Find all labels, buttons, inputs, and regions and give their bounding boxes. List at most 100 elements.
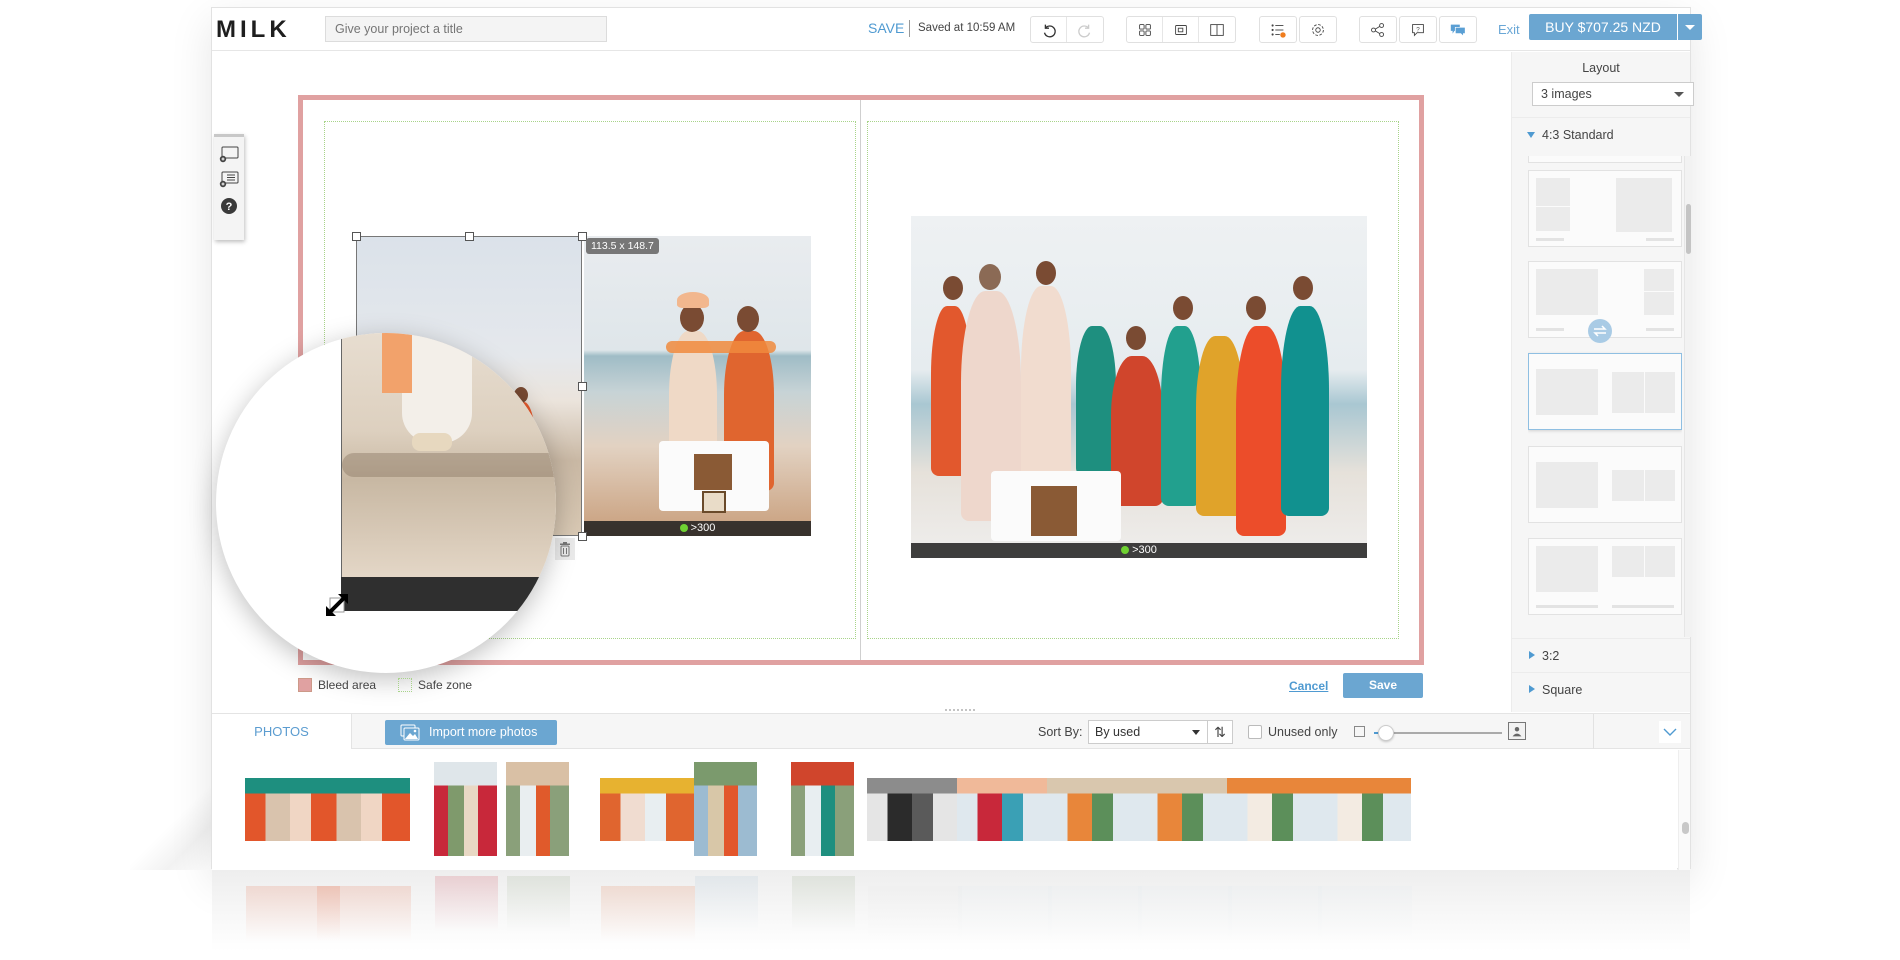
add-text-box-icon [219,171,239,188]
sidebar-scrollbar[interactable] [1684,156,1691,637]
spread-view-button[interactable] [1199,17,1235,42]
layout-count-select[interactable]: 3 images [1532,82,1694,106]
photo-thumbnail[interactable] [957,778,1051,841]
cancel-link[interactable]: Cancel [1289,679,1328,693]
caret-down-icon [1527,132,1535,138]
save-link[interactable]: SAVE [868,20,904,36]
layout-option[interactable] [1528,446,1682,523]
resize-handle-right[interactable] [578,382,587,391]
turban [677,292,709,308]
strip-scroll-thumb[interactable] [1682,822,1689,834]
photo-thumbnail[interactable] [791,762,854,856]
buy-options-dropdown[interactable] [1678,14,1702,40]
section-square[interactable]: Square [1512,672,1690,706]
canvas-help-button[interactable]: ? [218,195,240,217]
divider [909,20,910,37]
sidebar-scroll-thumb[interactable] [1686,204,1691,254]
resize-handle-top-left[interactable] [352,232,361,241]
single-page-view-button[interactable] [1163,17,1199,42]
thumbnail-reflection [601,886,695,941]
magnified-resolution-bar [341,577,556,611]
photo-thumbnail[interactable] [600,778,694,841]
sort-label: Sort By: [1038,725,1083,739]
figure [1076,326,1116,476]
thumbnail-reflection [317,886,411,941]
safe-swatch [398,678,413,692]
thumbnail-reflection [792,876,855,931]
photo-thumbnail[interactable] [316,778,410,841]
section-3-2[interactable]: 3:2 [1512,638,1690,672]
photo-book-editor: MILK SAVE Saved at 10:59 AM [211,7,1702,870]
photo-thumbnail[interactable] [506,762,569,856]
exit-link[interactable]: Exit [1498,22,1520,37]
head [979,264,1001,290]
layout-option[interactable] [1528,156,1682,163]
add-photo-box-button[interactable] [218,143,240,165]
groom-head [680,304,704,332]
resize-handle-top[interactable] [465,232,474,241]
safe-label: Safe zone [418,678,473,692]
large-thumbnail-icon [1508,722,1526,740]
unused-only-label: Unused only [1268,725,1338,739]
svg-text:?: ? [226,201,233,213]
resize-handle-bottom-right[interactable] [578,532,587,541]
buy-button[interactable]: BUY $707.25 NZD [1529,14,1677,40]
grid-view-button[interactable] [1127,17,1163,42]
save-button[interactable]: Save [1343,673,1423,698]
portrait-frame [702,491,726,513]
strip-scrollbar[interactable] [1678,750,1690,870]
checklist-button[interactable] [1260,17,1296,42]
tab-photos[interactable]: PHOTOS [212,714,352,749]
unused-only-checkbox[interactable] [1248,725,1262,739]
svg-text:?: ? [1416,26,1420,33]
undo-button[interactable] [1031,17,1067,42]
panel-resize-grip[interactable] [944,708,976,712]
photo-thumbnail[interactable] [867,778,961,841]
collapse-panel-button[interactable] [1659,721,1681,743]
redo-icon [1078,24,1091,37]
photo-thumbnail[interactable] [1317,778,1411,841]
divider [1593,714,1594,749]
redo-button[interactable] [1067,17,1103,42]
figure [1281,306,1329,516]
share-button[interactable] [1360,17,1396,42]
photo-thumbnail[interactable] [1047,778,1141,841]
photo-thumbnail[interactable] [434,762,497,856]
thumbnail-reflection [1228,886,1322,941]
add-text-box-button[interactable] [218,168,240,190]
share-icon [1371,22,1385,37]
section-4-3-standard[interactable]: 4:3 Standard [1512,117,1690,151]
couple-ceremony-photo[interactable]: >300 [584,236,811,536]
sort-order-toggle[interactable]: ⇅ [1208,720,1233,744]
add-photo-box-icon [219,146,239,163]
figure [1021,286,1071,496]
thumbnail-reflection [435,876,498,931]
page-canvas: ? >300 113.5 x 148.7 >300 Bleed area Saf… [212,52,1510,712]
head [1036,261,1056,285]
saved-status: Saved at 10:59 AM [918,22,1016,34]
small-thumbnail-icon [1354,726,1365,737]
layout-option[interactable] [1528,170,1682,247]
sort-select[interactable]: By used [1088,720,1208,744]
magnified-photo-detail [341,333,556,578]
help-group: ? [1399,16,1437,43]
photo-thumbnail[interactable] [1137,778,1231,841]
slider-knob[interactable] [1378,725,1395,741]
family-group-photo[interactable]: >300 [911,216,1367,558]
checklist-icon [1271,23,1286,38]
resolution-indicator: >300 [911,543,1367,558]
settings-button[interactable] [1300,17,1336,42]
swap-layout-button[interactable] [1588,319,1612,343]
sidebar-title: Layout [1582,61,1620,75]
dimension-badge: 113.5 x 148.7 [586,238,659,254]
help-button[interactable]: ? [1400,17,1436,42]
layout-option-selected[interactable] [1528,353,1682,430]
help-icon: ? [221,198,237,214]
chat-button[interactable] [1440,17,1476,42]
import-photos-button[interactable]: Import more photos [385,720,557,745]
project-title-input[interactable] [325,16,607,42]
photo-thumbnail[interactable] [694,762,757,856]
layout-option[interactable] [1528,538,1682,615]
photo-thumbnail[interactable] [1227,778,1321,841]
delete-photo-button[interactable] [555,538,575,560]
